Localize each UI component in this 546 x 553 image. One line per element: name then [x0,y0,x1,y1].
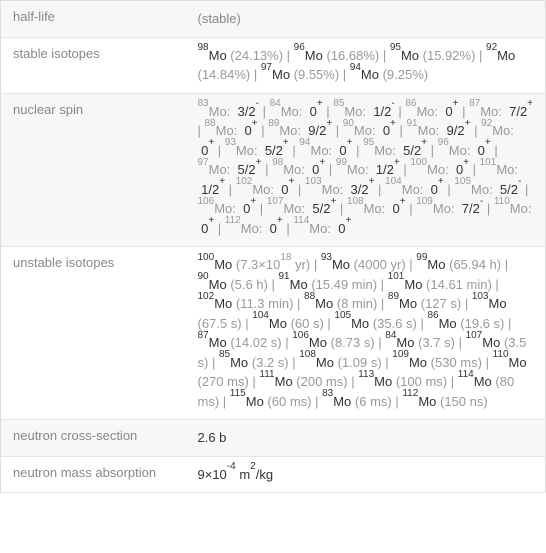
spin-entry: 98Mo: 0+ [272,162,325,177]
unstable-entry: 85Mo (3.2 s) [219,355,289,370]
unstable-entry: 115Mo (60 ms) [230,394,312,409]
isotope-entry: 97Mo (9.55%) [261,67,339,82]
unstable-entry: 86Mo (19.6 s) [427,316,504,331]
spin-entry: 112Mo: 0+ [225,221,283,236]
spin-entry: 100Mo: 0+ [410,162,469,177]
spin-entry: 93Mo: 5/2+ [225,143,289,158]
isotope-entry: 94Mo (9.25%) [350,67,428,82]
property-value: 98Mo (24.13%) | 96Mo (16.68%) | 95Mo (15… [186,37,546,93]
spin-entry: 107Mo: 5/2+ [267,201,337,216]
property-row: half-life(stable) [1,1,546,38]
spin-entry: 85Mo: 1/2- [333,104,394,119]
property-label: nuclear spin [1,93,186,247]
property-row: neutron cross-section2.6 b [1,420,546,457]
spin-entry: 94Mo: 0+ [299,143,352,158]
unstable-entry: 93Mo (4000 yr) [321,257,406,272]
unstable-entry: 111Mo (200 ms) [259,374,347,389]
unstable-entry: 87Mo (14.02 s) [198,335,282,350]
unstable-entry: 91Mo (15.49 min) [279,277,378,292]
spin-entry: 91Mo: 9/2+ [407,123,471,138]
property-value: (stable) [186,1,546,38]
unstable-entry: 100Mo (7.3×1018 yr) [198,257,311,272]
unstable-entry: 90Mo (5.6 h) [198,277,268,292]
property-value: 83Mo: 3/2- | 84Mo: 0+ | 85Mo: 1/2- | 86M… [186,93,546,247]
unstable-entry: 89Mo (127 s) [388,296,461,311]
spin-entry: 84Mo: 0+ [270,104,323,119]
spin-entry: 103Mo: 3/2+ [305,182,375,197]
spin-entry: 109Mo: 7/2- [416,201,483,216]
unstable-entry: 101Mo (14.61 min) [388,277,492,292]
isotope-entry: 98Mo (24.13%) [198,48,284,63]
property-label: stable isotopes [1,37,186,93]
spin-entry: 102Mo: 0+ [236,182,295,197]
unstable-entry: 102Mo (11.3 min) [198,296,294,311]
property-label: neutron mass absorption [1,456,186,493]
unstable-entry: 112Mo (150 ns) [402,394,487,409]
unstable-entry: 106Mo (8.73 s) [292,335,374,350]
spin-entry: 88Mo: 0+ [205,123,258,138]
unstable-entry: 99Mo (65.94 h) [416,257,501,272]
property-value: 2.6 b [186,420,546,457]
property-value: 9×10-4 m2/kg [186,456,546,493]
spin-entry: 96Mo: 0+ [438,143,491,158]
unstable-entry: 104Mo (60 s) [252,316,324,331]
property-row: neutron mass absorption9×10-4 m2/kg [1,456,546,493]
property-value: 100Mo (7.3×1018 yr) | 93Mo (4000 yr) | 9… [186,247,546,420]
property-label: neutron cross-section [1,420,186,457]
spin-entry: 106Mo: 0+ [198,201,257,216]
property-row: unstable isotopes100Mo (7.3×1018 yr) | 9… [1,247,546,420]
property-row: nuclear spin83Mo: 3/2- | 84Mo: 0+ | 85Mo… [1,93,546,247]
unstable-entry: 105Mo (35.6 s) [334,316,416,331]
spin-entry: 89Mo: 9/2+ [268,123,332,138]
isotope-entry: 95Mo (15.92%) [390,48,476,63]
unstable-entry: 84Mo (3.7 s) [385,335,455,350]
spin-entry: 90Mo: 0+ [343,123,396,138]
spin-entry: 99Mo: 1/2+ [336,162,400,177]
property-label: unstable isotopes [1,247,186,420]
unstable-entry: 88Mo (8 min) [304,296,377,311]
property-row: stable isotopes98Mo (24.13%) | 96Mo (16.… [1,37,546,93]
spin-entry: 95Mo: 5/2+ [363,143,427,158]
isotope-entry: 96Mo (16.68%) [294,48,380,63]
spin-entry: 114Mo: 0+ [293,221,351,236]
unstable-entry: 113Mo (100 ms) [358,374,447,389]
spin-entry: 97Mo: 5/2+ [198,162,262,177]
spin-entry: 108Mo: 0+ [347,201,406,216]
unstable-entry: 109Mo (530 ms) [392,355,482,370]
spin-entry: 104Mo: 0+ [385,182,444,197]
spin-entry: 83Mo: 3/2- [198,104,259,119]
unstable-entry: 83Mo (6 ms) [322,394,392,409]
spin-entry: 87Mo: 7/2+ [469,104,533,119]
spin-entry: 105Mo: 5/2- [454,182,521,197]
unstable-entry: 108Mo (1.09 s) [299,355,381,370]
spin-entry: 86Mo: 0+ [405,104,458,119]
property-label: half-life [1,1,186,38]
properties-table: half-life(stable)stable isotopes98Mo (24… [0,0,546,493]
